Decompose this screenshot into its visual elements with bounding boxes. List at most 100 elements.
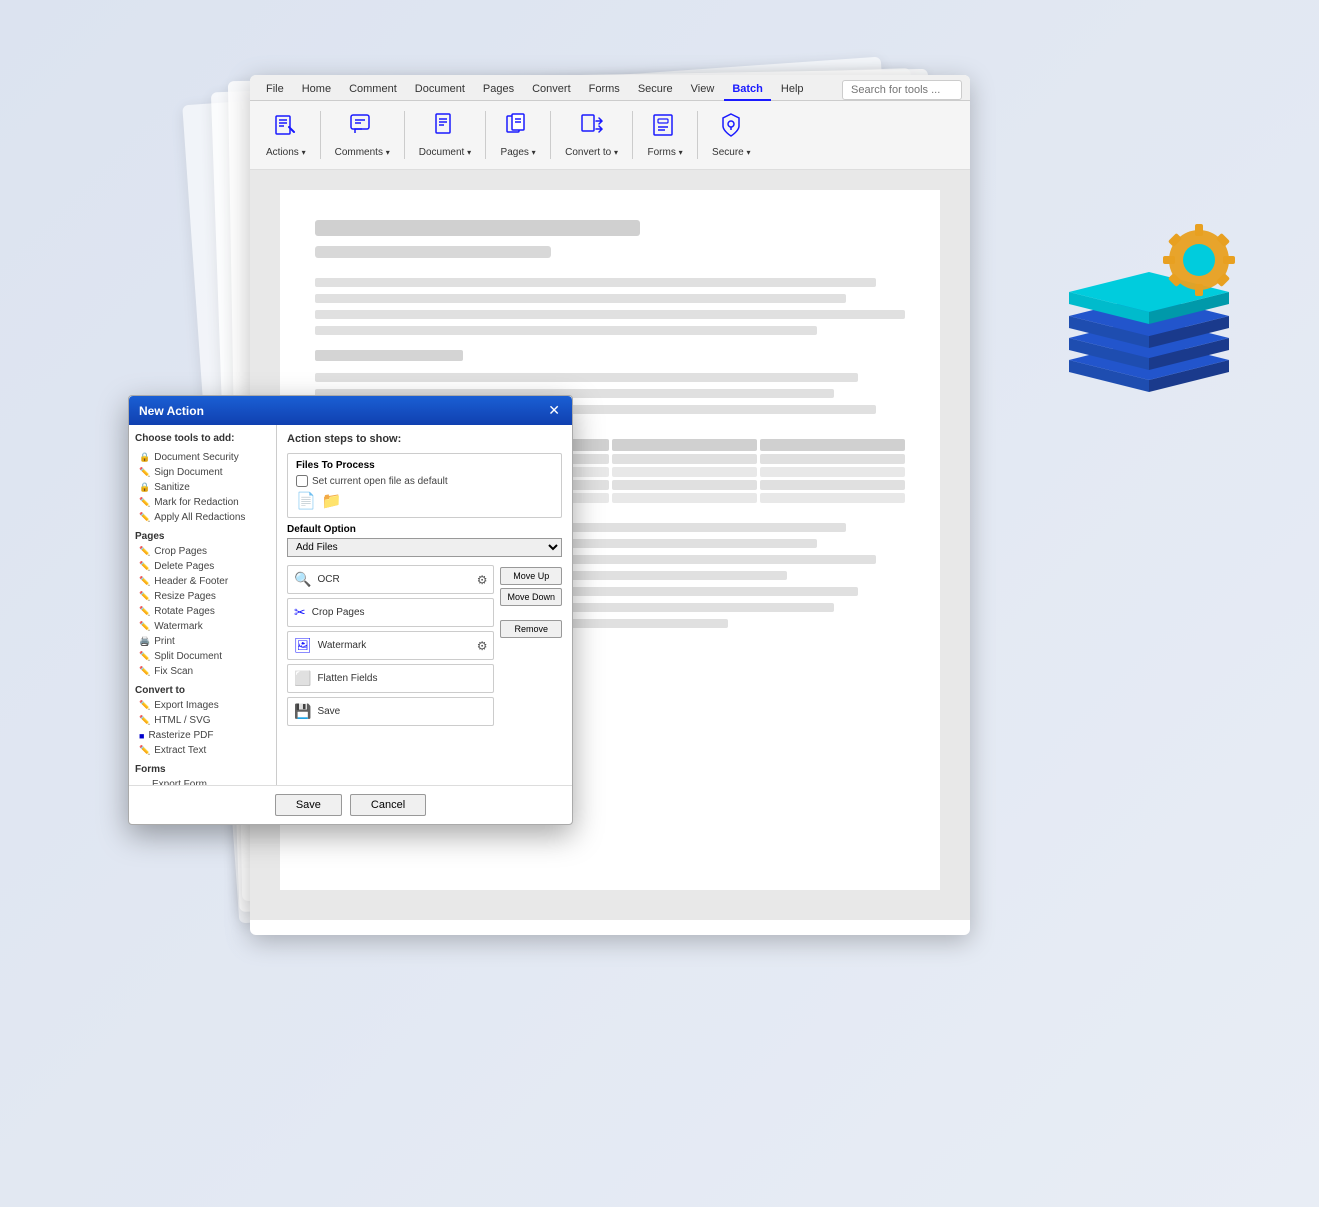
tool-item-header-footer[interactable]: ✏️ Header & Footer <box>135 574 270 589</box>
forms-section-header: Forms <box>135 764 270 775</box>
tool-item-doc-security[interactable]: 🔒 Document Security <box>135 450 270 465</box>
dialog-footer: Save Cancel <box>129 785 572 824</box>
tab-forms[interactable]: Forms <box>581 79 628 101</box>
steps-and-buttons: 🔍 OCR ⚙ ✂ Crop Pages 🖼 Watermark ⚙ <box>287 565 562 777</box>
set-default-label: Set current open file as default <box>312 476 448 487</box>
tab-file[interactable]: File <box>258 79 292 101</box>
ribbon-divider-6 <box>697 111 698 159</box>
default-option-select[interactable]: Add Files <box>287 538 562 557</box>
dialog-cancel-button[interactable]: Cancel <box>350 794 426 816</box>
new-file-icon[interactable]: 📄 <box>296 491 316 511</box>
tool-item-crop[interactable]: ✏️ Crop Pages <box>135 544 270 559</box>
crop-step-icon: ✂ <box>294 604 306 621</box>
mark-icon: ✏️ <box>139 497 150 508</box>
set-default-checkbox[interactable] <box>296 475 308 487</box>
tool-item-rotate-pages[interactable]: ✏️ Rotate Pages <box>135 604 270 619</box>
watermark-step-icon: 🖼 <box>294 637 312 654</box>
side-buttons: Move Up Move Down Remove <box>500 565 562 777</box>
tool-item-split-doc[interactable]: ✏️ Split Document <box>135 649 270 664</box>
tool-item-mark-redact[interactable]: ✏️ Mark for Redaction <box>135 495 270 510</box>
ocr-step-icon: 🔍 <box>294 571 311 588</box>
step-ocr: 🔍 OCR ⚙ <box>287 565 494 594</box>
ribbon-tool-comments[interactable]: Comments ▾ <box>327 107 398 163</box>
secure-icon <box>717 111 745 145</box>
crop-icon: ✏️ <box>139 546 150 557</box>
apply-icon: ✏️ <box>139 512 150 523</box>
files-icons-row: 📄 📁 <box>296 491 553 511</box>
pages-label: Pages ▾ <box>501 147 536 159</box>
actions-icon <box>272 111 300 145</box>
tool-item-fix-scan[interactable]: ✏️ Fix Scan <box>135 664 270 679</box>
tool-item-export-images[interactable]: ✏️ Export Images <box>135 698 270 713</box>
step-crop-pages: ✂ Crop Pages <box>287 598 494 627</box>
tool-item-apply-redact[interactable]: ✏️ Apply All Redactions <box>135 510 270 525</box>
open-folder-icon[interactable]: 📁 <box>322 491 342 511</box>
ribbon-divider-1 <box>320 111 321 159</box>
ribbon-tool-forms[interactable]: Forms ▾ <box>639 107 691 163</box>
action-panel: Action steps to show: Files To Process S… <box>277 425 572 785</box>
move-up-button[interactable]: Move Up <box>500 567 562 585</box>
tab-view[interactable]: View <box>683 79 723 101</box>
remove-button[interactable]: Remove <box>500 620 562 638</box>
watermark-settings-icon[interactable]: ⚙ <box>477 639 488 653</box>
ribbon-tool-convert[interactable]: Convert to ▾ <box>557 107 626 163</box>
tool-item-resize-pages[interactable]: ✏️ Resize Pages <box>135 589 270 604</box>
comments-label: Comments ▾ <box>335 147 390 159</box>
tab-comment[interactable]: Comment <box>341 79 405 101</box>
ocr-settings-icon[interactable]: ⚙ <box>477 573 488 587</box>
convert-label: Convert to ▾ <box>565 147 618 159</box>
tool-item-sanitize[interactable]: 🔒 Sanitize <box>135 480 270 495</box>
ribbon-tool-document[interactable]: Document ▾ <box>411 107 479 163</box>
flatten-step-label: Flatten Fields <box>317 673 487 684</box>
tool-item-sign-doc[interactable]: ✏️ Sign Document <box>135 465 270 480</box>
doc-line-4 <box>315 326 817 335</box>
document-icon <box>431 111 459 145</box>
convert-icon <box>578 111 606 145</box>
files-title: Files To Process <box>296 460 553 471</box>
delete-icon: ✏️ <box>139 561 150 572</box>
tab-help[interactable]: Help <box>773 79 812 101</box>
resize-icon: ✏️ <box>139 591 150 602</box>
iso-decoration <box>1039 190 1259 450</box>
tab-secure[interactable]: Secure <box>630 79 681 101</box>
split-icon: ✏️ <box>139 651 150 662</box>
secure-label: Secure ▾ <box>712 147 750 159</box>
doc-title-line <box>315 220 640 236</box>
watermark-step-label: Watermark <box>318 640 471 651</box>
tools-panel-label: Choose tools to add: <box>135 433 270 444</box>
ribbon-divider-3 <box>485 111 486 159</box>
ribbon-tool-pages[interactable]: Pages ▾ <box>492 107 544 163</box>
tool-item-delete-pages[interactable]: ✏️ Delete Pages <box>135 559 270 574</box>
dialog-titlebar: New Action ✕ <box>129 396 572 425</box>
flatten-step-icon: ⬜ <box>294 670 311 687</box>
tool-item-html-svg[interactable]: ✏️ HTML / SVG <box>135 713 270 728</box>
sanitize-icon: 🔒 <box>139 482 150 493</box>
ribbon-tool-secure[interactable]: Secure ▾ <box>704 107 758 163</box>
doc-subtitle-line <box>315 246 551 258</box>
tab-pages[interactable]: Pages <box>475 79 522 101</box>
tab-home[interactable]: Home <box>294 79 339 101</box>
ribbon-tab-row: File Home Comment Document Pages Convert… <box>250 75 970 101</box>
move-down-button[interactable]: Move Down <box>500 588 562 606</box>
actions-label: Actions ▾ <box>266 147 306 159</box>
tool-item-extract-text[interactable]: ✏️ Extract Text <box>135 743 270 758</box>
doc-line-1 <box>315 278 876 287</box>
tab-batch[interactable]: Batch <box>724 79 771 101</box>
tool-item-print[interactable]: 🖨️ Print <box>135 634 270 649</box>
doc-line-3 <box>315 310 905 319</box>
tool-item-watermark[interactable]: ✏️ Watermark <box>135 619 270 634</box>
ribbon-tool-actions[interactable]: Actions ▾ <box>258 107 314 163</box>
scan-icon: ✏️ <box>139 666 150 677</box>
tool-item-export-form[interactable]: → Export Form <box>135 777 270 785</box>
tab-document[interactable]: Document <box>407 79 473 101</box>
pages-section-header: Pages <box>135 531 270 542</box>
export-form-icon: → <box>139 780 148 786</box>
dialog-close-button[interactable]: ✕ <box>546 402 562 419</box>
tab-convert[interactable]: Convert <box>524 79 579 101</box>
action-panel-title: Action steps to show: <box>287 433 562 445</box>
ribbon: File Home Comment Document Pages Convert… <box>250 75 970 170</box>
ribbon-search[interactable] <box>842 80 962 100</box>
tool-item-rasterize[interactable]: ■ Rasterize PDF <box>135 728 270 743</box>
dialog-save-button[interactable]: Save <box>275 794 342 816</box>
save-step-icon: 💾 <box>294 703 311 720</box>
